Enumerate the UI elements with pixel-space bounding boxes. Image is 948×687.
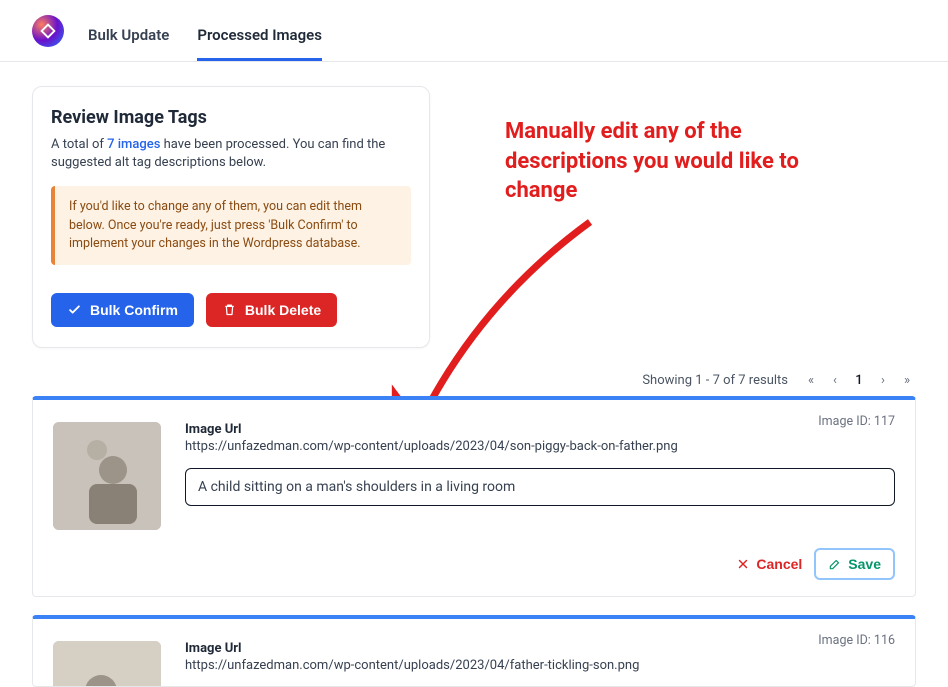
- check-icon: [67, 302, 82, 317]
- bulk-delete-button[interactable]: Bulk Delete: [206, 293, 337, 327]
- image-url-value: https://unfazedman.com/wp-content/upload…: [185, 439, 895, 454]
- save-button[interactable]: Save: [814, 548, 895, 580]
- top-nav: Bulk Update Processed Images: [0, 0, 948, 62]
- alt-text-input[interactable]: [185, 468, 895, 506]
- image-url-label: Image Url: [185, 641, 895, 656]
- pager-first-icon[interactable]: «: [802, 372, 820, 390]
- thumbnail-placeholder-icon: [53, 422, 161, 530]
- tab-bulk-update[interactable]: Bulk Update: [88, 12, 169, 61]
- pagination-row: Showing 1 - 7 of 7 results « ‹ 1 › »: [32, 372, 916, 390]
- review-panel: Review Image Tags A total of 7 images ha…: [32, 86, 430, 348]
- card-actions: Cancel Save: [53, 548, 895, 580]
- bulk-confirm-button[interactable]: Bulk Confirm: [51, 293, 194, 327]
- bulk-confirm-label: Bulk Confirm: [90, 302, 178, 318]
- cancel-label: Cancel: [756, 556, 802, 572]
- image-id-value: 117: [874, 414, 895, 429]
- pager-controls: « ‹ 1 › »: [802, 372, 916, 390]
- tab-processed-images[interactable]: Processed Images: [197, 12, 322, 61]
- save-label: Save: [848, 556, 881, 572]
- close-icon: [736, 557, 750, 571]
- pager-last-icon[interactable]: »: [898, 372, 916, 390]
- review-description: A total of 7 images have been processed.…: [51, 136, 411, 172]
- image-thumbnail: [53, 422, 161, 530]
- cancel-button[interactable]: Cancel: [736, 556, 802, 572]
- bulk-action-row: Bulk Confirm Bulk Delete: [51, 293, 411, 327]
- image-result-card: Image ID: 116 Image Url https://unfazedm…: [32, 615, 916, 687]
- image-id-badge: Image ID: 116: [818, 633, 895, 648]
- image-id-value: 116: [874, 633, 895, 648]
- pagination-summary: Showing 1 - 7 of 7 results: [642, 373, 788, 388]
- pager-page-number: 1: [850, 372, 868, 390]
- processed-count-link[interactable]: 7 images: [107, 137, 160, 152]
- pager-prev-icon[interactable]: ‹: [826, 372, 844, 390]
- app-logo: [32, 15, 64, 47]
- image-id-prefix: Image ID:: [818, 414, 874, 429]
- image-id-badge: Image ID: 117: [818, 414, 895, 429]
- review-desc-prefix: A total of: [51, 137, 107, 152]
- trash-icon: [222, 302, 237, 317]
- image-url-value: https://unfazedman.com/wp-content/upload…: [185, 658, 895, 673]
- image-url-label: Image Url: [185, 422, 895, 437]
- image-result-card: Image ID: 117 Image Url https://unfazedm…: [32, 396, 916, 597]
- warning-box: If you'd like to change any of them, you…: [51, 186, 411, 264]
- nav-tabs: Bulk Update Processed Images: [88, 12, 322, 61]
- card-body: Image Url https://unfazedman.com/wp-cont…: [185, 422, 895, 530]
- edit-icon: [828, 557, 842, 571]
- logo-diamond-icon: [39, 22, 57, 40]
- bulk-delete-label: Bulk Delete: [245, 302, 321, 318]
- pager-next-icon[interactable]: ›: [874, 372, 892, 390]
- review-title: Review Image Tags: [51, 107, 411, 128]
- annotation-callout: Manually edit any of the descriptions yo…: [505, 117, 825, 206]
- image-id-prefix: Image ID:: [818, 633, 874, 648]
- page-content: Review Image Tags A total of 7 images ha…: [0, 62, 948, 687]
